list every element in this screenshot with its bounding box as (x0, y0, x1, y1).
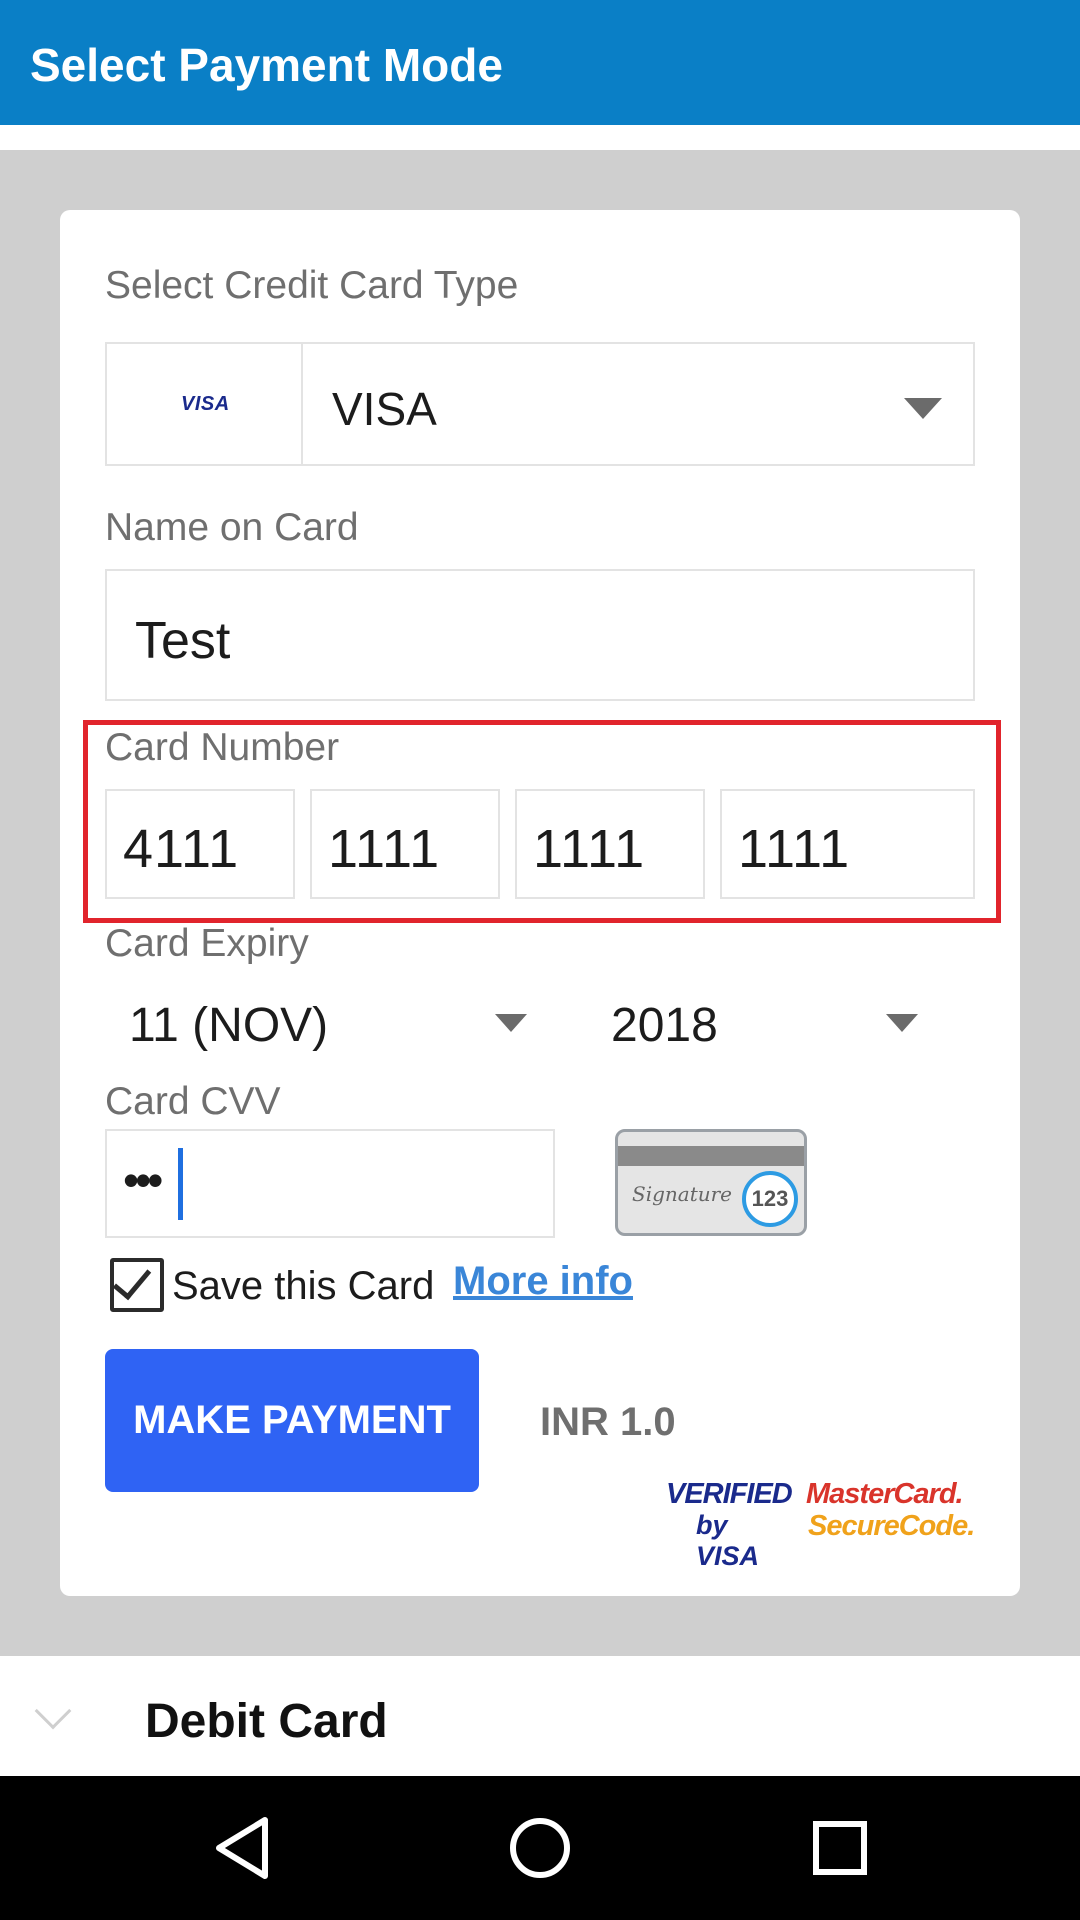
app-bar: Select Payment Mode (0, 0, 1080, 125)
card-number-segment-3[interactable]: 1111 (515, 789, 705, 899)
header-divider (0, 125, 1080, 150)
card-number-segment-value: 1111 (328, 819, 441, 879)
back-icon[interactable] (205, 1812, 277, 1884)
verified-by-visa-logo: VERIFIED by VISA (666, 1478, 793, 1571)
cvv-helper-image: Signature 123 (615, 1129, 807, 1236)
expiry-month-value: 11 (NOV) (129, 999, 329, 1052)
mcsc-line1: MasterCard. (806, 1478, 964, 1510)
card-type-label: Select Credit Card Type (105, 264, 519, 307)
debit-card-label: Debit Card (145, 1695, 388, 1748)
make-payment-button[interactable]: MAKE PAYMENT (105, 1349, 479, 1492)
expiry-month-select[interactable]: 11 (NOV) (105, 980, 545, 1070)
text-cursor (178, 1148, 183, 1220)
page-title: Select Payment Mode (30, 39, 503, 91)
visa-logo-icon: VISA (181, 393, 230, 415)
cvv-input[interactable]: ••• (105, 1129, 555, 1238)
recents-icon[interactable] (804, 1812, 876, 1884)
more-info-link[interactable]: More info (453, 1259, 633, 1304)
save-card-label: Save this Card (172, 1264, 435, 1308)
system-nav-bar (0, 1776, 1080, 1920)
card-number-segment-4[interactable]: 1111 (720, 789, 975, 899)
card-number-segment-value: 1111 (533, 819, 646, 879)
payment-amount: INR 1.0 (540, 1400, 676, 1444)
chevron-down-icon (34, 1692, 72, 1730)
save-card-checkbox[interactable] (110, 1258, 164, 1312)
card-type-select[interactable]: VISA (302, 342, 975, 466)
card-type-logo: VISA (105, 342, 303, 466)
card-number-segment-value: 4111 (123, 819, 240, 879)
card-number-segment-2[interactable]: 1111 (310, 789, 500, 899)
debit-card-section[interactable]: Debit Card (0, 1656, 1080, 1776)
chevron-down-icon (495, 1014, 527, 1032)
name-on-card-label: Name on Card (105, 506, 359, 549)
chevron-down-icon (886, 1014, 918, 1032)
check-icon (112, 1259, 152, 1301)
name-on-card-value: Test (135, 612, 231, 670)
cvv-masked-value: ••• (123, 1154, 163, 1206)
vbv-line2: by VISA (696, 1510, 760, 1571)
mastercard-securecode-logo: MasterCard. SecureCode. (806, 1478, 975, 1548)
expiry-year-value: 2018 (611, 999, 718, 1052)
home-icon[interactable] (504, 1812, 576, 1884)
signature-text: Signature (632, 1182, 733, 1206)
card-type-value: VISA (332, 383, 437, 435)
name-on-card-field[interactable]: Test (105, 569, 975, 701)
vbv-line1: VERIFIED (666, 1478, 793, 1510)
card-number-label: Card Number (105, 726, 340, 769)
card-number-segment-1[interactable]: 4111 (105, 789, 295, 899)
chevron-down-icon (904, 398, 942, 419)
cvv-code-badge: 123 (742, 1171, 798, 1227)
mcsc-line2: SecureCode. (808, 1510, 975, 1542)
card-cvv-label: Card CVV (105, 1080, 281, 1123)
magnetic-stripe (618, 1146, 804, 1166)
expiry-year-select[interactable]: 2018 (590, 980, 940, 1070)
card-expiry-label: Card Expiry (105, 922, 309, 965)
card-number-segment-value: 1111 (738, 819, 851, 879)
